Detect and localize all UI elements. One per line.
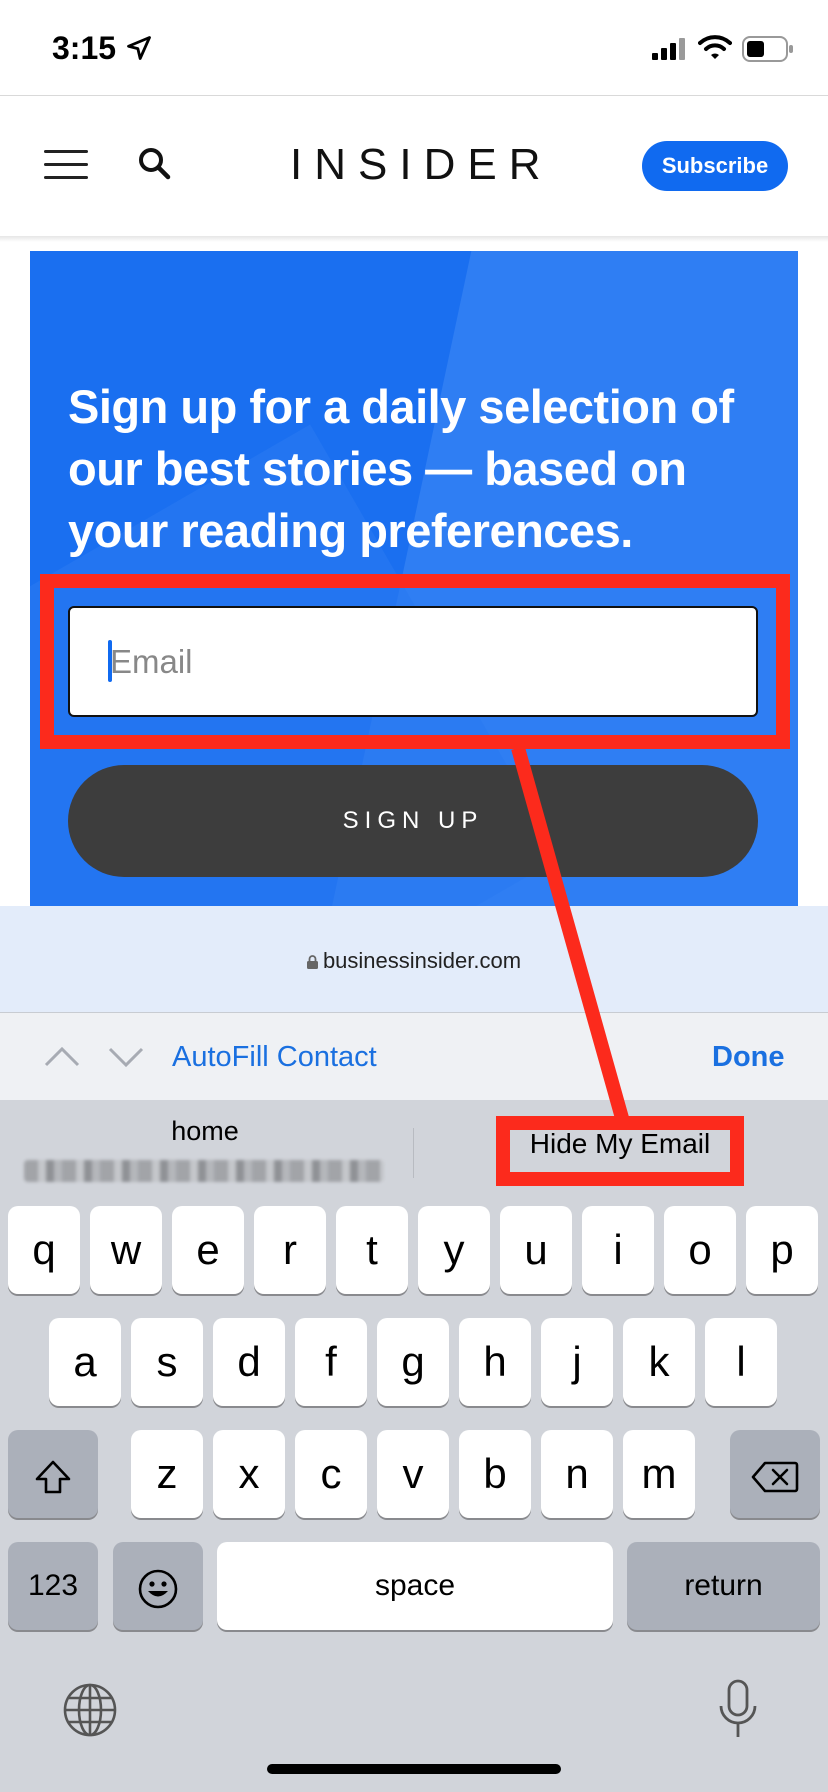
shift-icon (35, 1460, 71, 1494)
header-shadow (0, 236, 828, 242)
key-u[interactable]: u (500, 1206, 572, 1294)
site-header: INSIDER Subscribe (0, 96, 828, 236)
key-p[interactable]: p (746, 1206, 818, 1294)
suggestion-divider (413, 1128, 414, 1178)
key-f[interactable]: f (295, 1318, 367, 1406)
key-t[interactable]: t (336, 1206, 408, 1294)
key-x[interactable]: x (213, 1430, 285, 1518)
annotation-highlight-email (40, 574, 790, 749)
space-key[interactable]: space (217, 1542, 613, 1630)
key-m[interactable]: m (623, 1430, 695, 1518)
suggestion-home[interactable]: home (20, 1116, 390, 1147)
key-n[interactable]: n (541, 1430, 613, 1518)
ios-keyboard: home Hide My Email q w e r t y u i o p a… (0, 1100, 828, 1792)
key-g[interactable]: g (377, 1318, 449, 1406)
key-a[interactable]: a (49, 1318, 121, 1406)
search-icon[interactable] (136, 145, 174, 183)
key-q[interactable]: q (8, 1206, 80, 1294)
chevron-down-icon[interactable] (106, 1041, 146, 1071)
shift-key[interactable] (8, 1430, 98, 1518)
key-s[interactable]: s (131, 1318, 203, 1406)
key-b[interactable]: b (459, 1430, 531, 1518)
key-e[interactable]: e (172, 1206, 244, 1294)
key-j[interactable]: j (541, 1318, 613, 1406)
key-l[interactable]: l (705, 1318, 777, 1406)
microphone-icon[interactable] (716, 1678, 760, 1742)
key-y[interactable]: y (418, 1206, 490, 1294)
home-indicator (267, 1764, 561, 1774)
url-display[interactable]: businessinsider.com (0, 948, 828, 974)
key-z[interactable]: z (131, 1430, 203, 1518)
globe-icon[interactable] (62, 1682, 118, 1738)
blurred-email-suggestion[interactable] (24, 1160, 384, 1182)
status-time: 3:15 (52, 30, 117, 66)
key-w[interactable]: w (90, 1206, 162, 1294)
key-r[interactable]: r (254, 1206, 326, 1294)
backspace-icon (751, 1461, 799, 1493)
key-d[interactable]: d (213, 1318, 285, 1406)
key-c[interactable]: c (295, 1430, 367, 1518)
key-o[interactable]: o (664, 1206, 736, 1294)
location-arrow-icon (127, 36, 151, 60)
autofill-toolbar: AutoFill Contact Done (0, 1012, 828, 1101)
numbers-key[interactable]: 123 (8, 1542, 98, 1630)
chevron-up-icon[interactable] (42, 1041, 82, 1071)
safari-url-bar[interactable]: businessinsider.com (0, 906, 828, 1012)
wifi-icon (698, 35, 732, 59)
return-key[interactable]: return (627, 1542, 820, 1630)
sign-up-button[interactable]: SIGN UP (68, 765, 758, 877)
key-v[interactable]: v (377, 1430, 449, 1518)
battery-icon (742, 36, 793, 62)
hamburger-menu-icon[interactable] (44, 150, 88, 180)
lock-icon (306, 955, 318, 969)
subscribe-button[interactable]: Subscribe (642, 141, 788, 191)
status-bar: 3:15 (0, 0, 828, 95)
key-h[interactable]: h (459, 1318, 531, 1406)
key-i[interactable]: i (582, 1206, 654, 1294)
signup-headline: Sign up for a daily selection of our bes… (68, 380, 734, 557)
emoji-key[interactable] (113, 1542, 203, 1630)
key-k[interactable]: k (623, 1318, 695, 1406)
autofill-contact-button[interactable]: AutoFill Contact (172, 1041, 377, 1074)
annotation-highlight-hide-my-email (496, 1116, 744, 1186)
url-domain: businessinsider.com (322, 948, 522, 973)
site-logo[interactable]: INSIDER (290, 140, 552, 190)
delete-key[interactable] (730, 1430, 820, 1518)
emoji-icon (138, 1569, 178, 1609)
done-button[interactable]: Done (712, 1041, 785, 1074)
cellular-signal-icon (652, 38, 685, 60)
